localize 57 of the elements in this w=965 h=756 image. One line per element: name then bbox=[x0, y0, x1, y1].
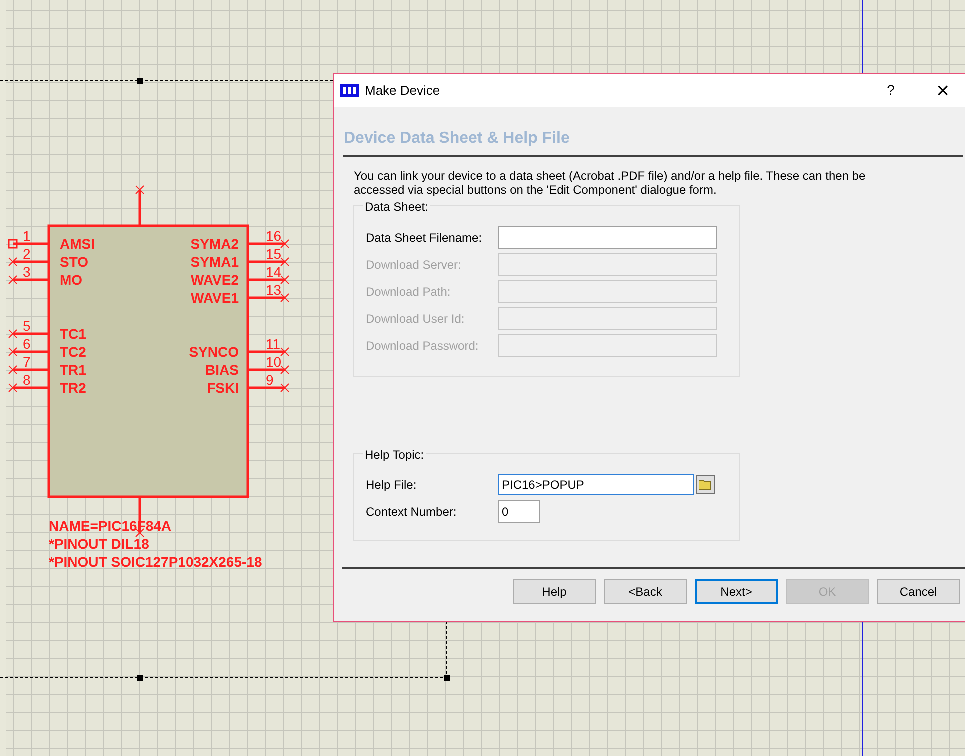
pin-number: 16 bbox=[266, 228, 282, 244]
pin-number: 14 bbox=[266, 264, 282, 280]
pin-name: WAVE1 bbox=[191, 290, 239, 306]
help-button[interactable]: ? bbox=[876, 80, 906, 101]
selection-handle[interactable] bbox=[444, 675, 450, 681]
pin bbox=[136, 186, 144, 226]
selection-handle[interactable] bbox=[137, 675, 143, 681]
pin-name: TC2 bbox=[60, 344, 86, 360]
pin-number: 10 bbox=[266, 354, 282, 370]
browse-button[interactable] bbox=[696, 475, 715, 494]
pin-number: 8 bbox=[23, 372, 31, 388]
pin-name: SYMA1 bbox=[190, 254, 239, 270]
pin-number: 2 bbox=[23, 246, 31, 262]
pin-name: FSKI bbox=[207, 380, 239, 396]
text-field[interactable] bbox=[498, 226, 717, 249]
dialog-button[interactable]: Next> bbox=[695, 579, 778, 604]
component-property: *PINOUT SOIC127P1032X265-18 bbox=[49, 554, 262, 570]
pin-number: 6 bbox=[23, 336, 31, 352]
pin-name: TR1 bbox=[60, 362, 86, 378]
pin-name: AMSI bbox=[60, 236, 95, 252]
pin-name: BIAS bbox=[206, 362, 239, 378]
pin-name: SYNCO bbox=[189, 344, 239, 360]
description-text: You can link your device to a data sheet (Acrobat .PDF file) and/or a help file. These can then be accessed via special buttons on the 'Edit Component' dialogue form. bbox=[353, 169, 867, 197]
field-label: Download Server: bbox=[366, 256, 462, 274]
pin-number: 7 bbox=[23, 354, 31, 370]
dialog-button[interactable]: Help bbox=[513, 579, 596, 604]
text-field[interactable]: 0 bbox=[498, 500, 540, 523]
pin-number: 3 bbox=[23, 264, 31, 280]
pin-name: SYMA2 bbox=[190, 236, 239, 252]
page-heading: Device Data Sheet & Help File bbox=[343, 129, 571, 149]
field-label: Help File: bbox=[366, 476, 418, 494]
dialog-button[interactable]: <Back bbox=[604, 579, 687, 604]
pin-name: TC1 bbox=[60, 326, 86, 342]
window-title: Make Device bbox=[365, 82, 442, 100]
pin-name: MO bbox=[60, 272, 83, 288]
dialog-button[interactable]: Cancel bbox=[877, 579, 960, 604]
pin-number: 5 bbox=[23, 318, 31, 334]
pin-name: WAVE2 bbox=[191, 272, 239, 288]
field-label: Download User Id: bbox=[366, 310, 466, 328]
pin-number: 11 bbox=[266, 336, 281, 352]
selection-handle[interactable] bbox=[137, 78, 143, 84]
pin-number: 15 bbox=[266, 246, 282, 262]
component-body[interactable] bbox=[48, 224, 250, 498]
logo-icon bbox=[340, 84, 359, 97]
field-label: Context Number: bbox=[366, 504, 458, 520]
pin-name: STO bbox=[60, 254, 89, 270]
text-field[interactable]: PIC16>POPUP bbox=[498, 474, 694, 495]
pin-number: 13 bbox=[266, 282, 282, 298]
pin-number: 1 bbox=[23, 228, 31, 244]
close-button[interactable]: × bbox=[928, 80, 958, 102]
pin-number: 9 bbox=[266, 372, 274, 388]
field-label: Download Path: bbox=[366, 284, 452, 300]
pin-name: TR2 bbox=[60, 380, 86, 396]
component-property: *PINOUT DIL18 bbox=[49, 536, 150, 552]
field-label: Download Password: bbox=[366, 338, 480, 354]
folder-icon bbox=[699, 479, 712, 490]
field-label: Data Sheet Filename: bbox=[366, 230, 484, 246]
